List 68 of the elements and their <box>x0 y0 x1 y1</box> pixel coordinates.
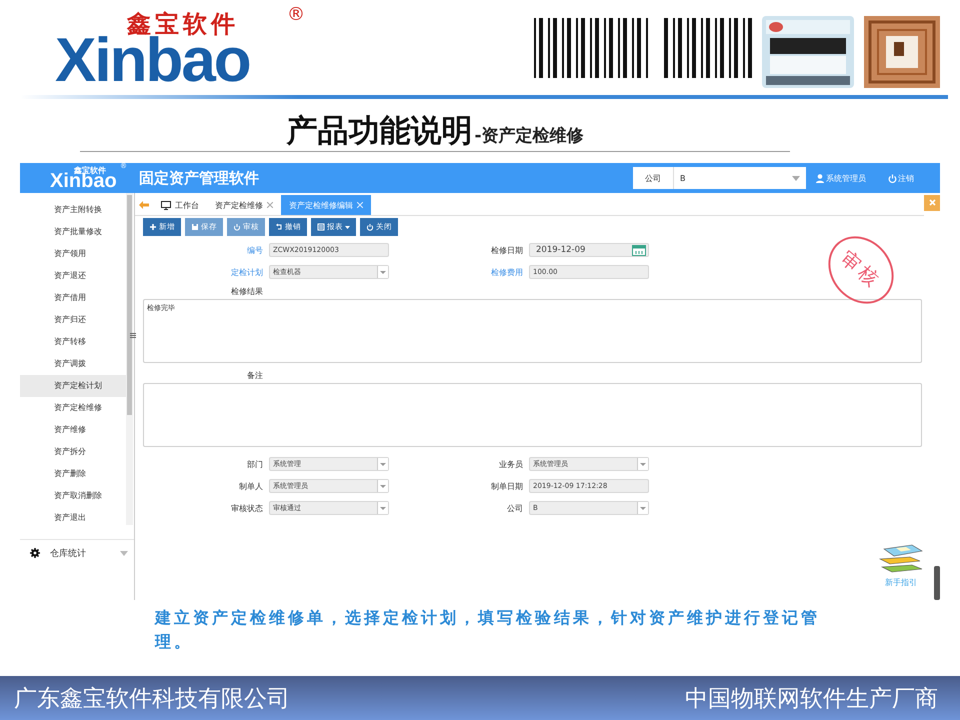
caret-icon <box>345 226 350 228</box>
caret-icon <box>379 462 387 466</box>
save-icon <box>191 223 199 231</box>
sidebar-item[interactable]: 资产退出 <box>20 507 126 529</box>
date-field[interactable]: 2019-12-09 <box>529 243 649 257</box>
field-label: 检修费用 <box>490 266 524 278</box>
add-icon <box>149 223 157 231</box>
text-area[interactable] <box>143 383 922 447</box>
logo: Xinbao 鑫宝软件 ® <box>55 8 300 86</box>
sidebar-item[interactable]: 资产维修 <box>20 419 126 441</box>
side-handle[interactable] <box>934 566 940 600</box>
caret-icon <box>379 506 387 510</box>
undo-icon <box>275 223 283 231</box>
app-title: 固定资产管理软件 <box>139 168 259 188</box>
field-label: 制单日期 <box>490 480 524 492</box>
field-label: 定检计划 <box>230 266 264 278</box>
sidebar-item[interactable]: 资产删除 <box>20 463 126 485</box>
sidebar-item[interactable]: 资产调拨 <box>20 353 126 375</box>
tab[interactable]: 工作台 <box>153 195 207 215</box>
sidebar-item[interactable]: 资产定检维修 <box>20 397 126 419</box>
tab[interactable]: 资产定检维修 <box>207 195 281 215</box>
caret-icon <box>639 506 647 510</box>
sidebar-item[interactable]: 资产定检计划 <box>20 375 126 397</box>
audit-icon <box>233 223 241 231</box>
group-label: 仓库统计 <box>50 548 86 560</box>
sidebar-item[interactable]: 资产批量修改 <box>20 221 126 243</box>
caption: 建立资产定检维修单，选择定检计划，填写检验结果，针对资产维护进行登记管理。 <box>155 607 820 653</box>
power-icon <box>888 174 897 182</box>
caret-icon <box>379 270 387 274</box>
field-label: 业务员 <box>498 458 524 470</box>
slide-subtitle: -资产定检维修 <box>474 125 584 147</box>
close-button[interactable] <box>924 195 940 211</box>
calendar-icon <box>632 245 646 256</box>
slide-title: 产品功能说明 <box>286 116 472 147</box>
user-icon <box>816 174 824 182</box>
scrollbar[interactable] <box>126 193 133 525</box>
field-label: 检修结果 <box>230 286 264 298</box>
sidebar-item[interactable]: 资产借用 <box>20 287 126 309</box>
field-label: 审核状态 <box>230 502 264 514</box>
caret-icon <box>120 550 128 556</box>
close-icon <box>928 199 936 206</box>
caret-icon <box>379 484 387 488</box>
sidebar-item[interactable]: 资产退还 <box>20 265 126 287</box>
sidebar-item[interactable]: 资产领用 <box>20 243 126 265</box>
sidebar-group[interactable]: 仓库统计 <box>20 539 134 566</box>
caret-icon <box>792 176 800 180</box>
close-icon[interactable] <box>267 202 273 208</box>
close-icon <box>366 223 374 231</box>
slogan: 中国物联网软件生产厂商 <box>685 684 938 714</box>
sidebar-item[interactable]: 资产取消删除 <box>20 485 126 507</box>
field-label: 公司 <box>506 502 524 514</box>
field-label: 检修日期 <box>490 244 524 256</box>
monitor-icon <box>161 200 171 210</box>
field-label: 部门 <box>246 458 264 470</box>
sidebar-item[interactable]: 资产转移 <box>20 331 126 353</box>
sidebar-item[interactable]: 资产归还 <box>20 309 126 331</box>
company-select[interactable]: 公司 B <box>633 167 806 189</box>
field-label: 备注 <box>246 370 264 382</box>
field-label: 编号 <box>246 244 264 256</box>
arrow-left-icon[interactable] <box>139 201 149 209</box>
sidebar-item[interactable]: 资产拆分 <box>20 441 126 463</box>
report-icon <box>317 223 325 231</box>
caret-icon <box>639 462 647 466</box>
company-name: 广东鑫宝软件科技有限公司 <box>14 684 290 714</box>
sidebar-item[interactable]: 资产主附转换 <box>20 199 126 221</box>
splitter-icon[interactable] <box>130 333 136 338</box>
field-label: 制单人 <box>238 480 264 492</box>
gear-icon <box>30 548 40 558</box>
